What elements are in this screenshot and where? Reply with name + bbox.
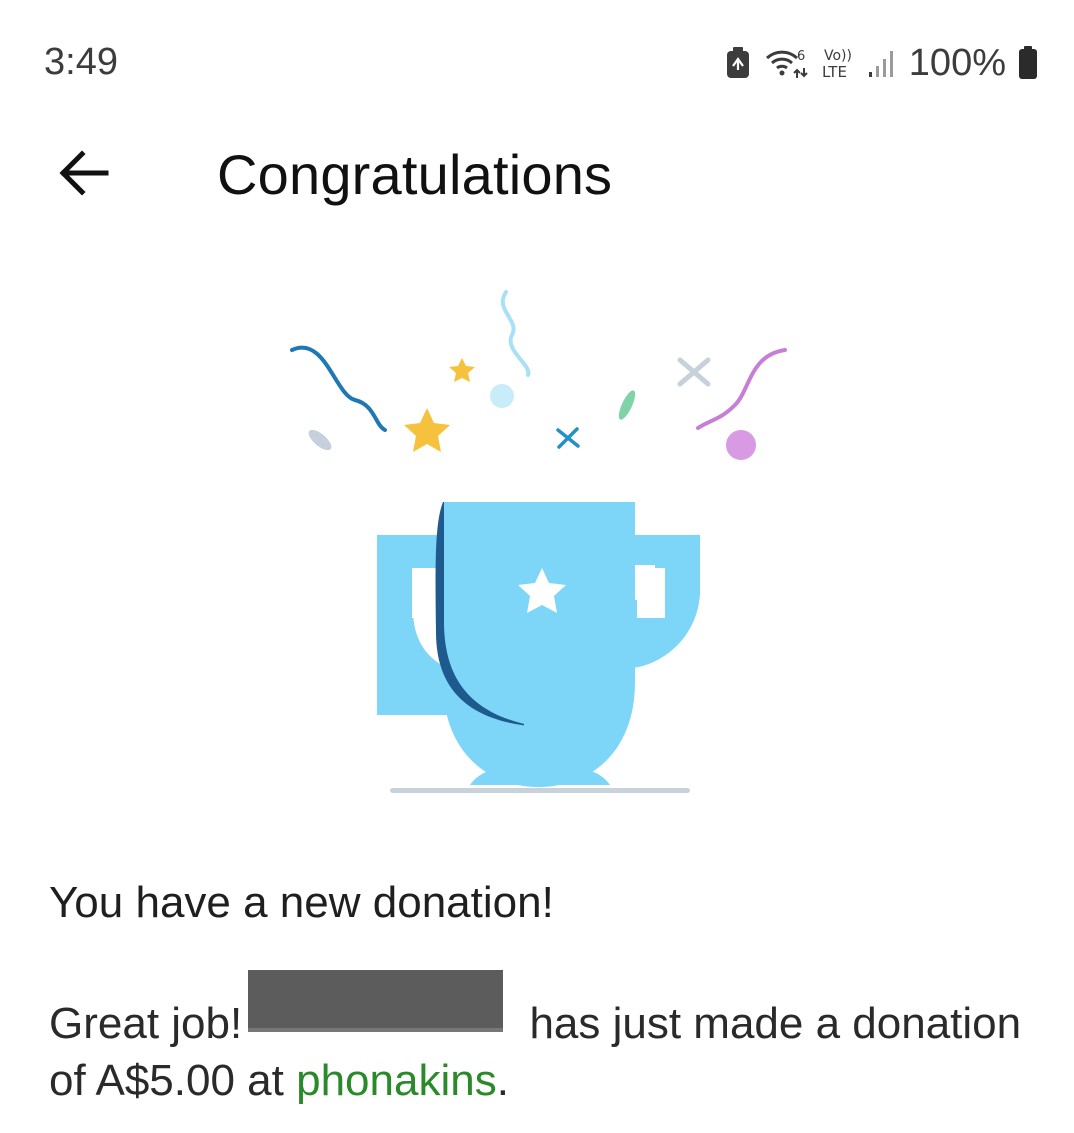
status-icons: 6 Vo)) LTE 100% [725,40,1038,86]
trophy-illustration [280,280,800,810]
battery-percent: 100% [908,42,1006,84]
svg-text:Vo)): Vo)) [824,48,852,64]
battery-saver-icon [725,46,751,80]
battery-icon [1018,46,1038,80]
svg-text:LTE: LTE [822,63,847,81]
redacted-donor-name [248,970,504,1032]
back-arrow-icon [56,148,112,203]
wifi-icon: 6 [763,46,809,80]
app-bar: Congratulations [0,120,1074,230]
signal-icon [867,48,897,78]
body-suffix: . [496,1056,509,1105]
trophy-icon [290,290,787,793]
donation-message: Great job! has just made a donation of A… [49,970,1029,1109]
status-bar: 3:49 6 Vo)) LTE 100% [0,0,1074,120]
back-button[interactable] [44,142,124,208]
page-title: Congratulations [217,143,613,206]
status-time: 3:49 [44,41,118,83]
svg-text:6: 6 [797,49,805,64]
store-link[interactable]: phonakins [296,1056,497,1105]
volte-lte-indicator: Vo)) LTE [821,45,855,81]
headline: You have a new donation! [49,878,554,927]
body-prefix: Great job! [49,999,243,1048]
